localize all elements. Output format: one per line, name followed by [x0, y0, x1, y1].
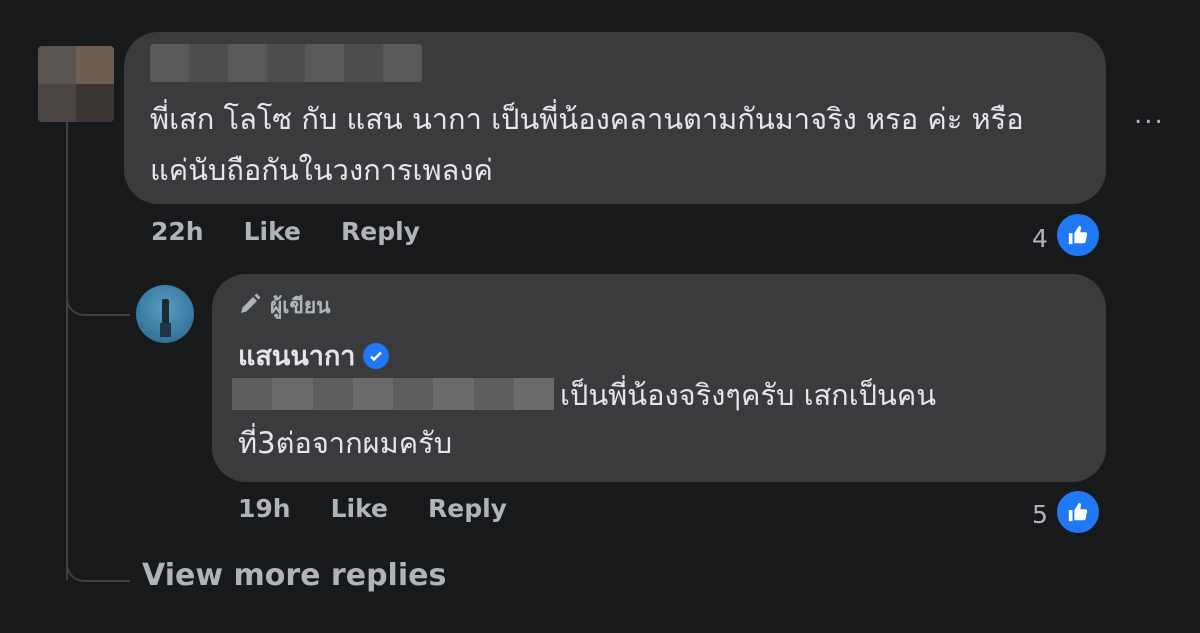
reply-text-blurred — [232, 378, 554, 410]
comment-timestamp[interactable]: 22h — [151, 217, 204, 246]
comment-text: พี่เสก โลโซ กับ แสน นากา เป็นพี่น้องคลาน… — [150, 102, 1024, 187]
like-reaction-icon[interactable] — [1054, 211, 1102, 259]
reply-button[interactable]: Reply — [341, 217, 420, 246]
reply-button[interactable]: Reply — [428, 494, 507, 523]
like-button[interactable]: Like — [331, 494, 388, 523]
reaction-count[interactable]: 5 — [1032, 500, 1048, 529]
author-badge: ผู้เขียน — [238, 290, 331, 323]
commenter-avatar-blurred[interactable] — [38, 46, 114, 122]
author-pen-icon — [238, 292, 262, 321]
comment-actions: 22h Like Reply — [151, 217, 420, 246]
reply-text-line1: เป็นพี่น้องจริงๆครับ เสกเป็นคน — [560, 378, 937, 412]
reply-author-name[interactable]: แสนนากา — [238, 334, 390, 377]
thread-line — [66, 122, 68, 580]
reply-connector — [66, 280, 130, 316]
like-button[interactable]: Like — [244, 217, 301, 246]
reply-text-line2: ที่3ต่อจากผมครับ — [238, 426, 453, 460]
author-badge-label: ผู้เขียน — [270, 294, 331, 318]
like-reaction-icon[interactable] — [1054, 488, 1102, 536]
view-more-connector — [66, 548, 130, 582]
reply-author-name-text[interactable]: แสนนากา — [238, 334, 355, 377]
more-options-icon[interactable]: ... — [1134, 100, 1165, 130]
view-more-replies-link[interactable]: View more replies — [142, 558, 446, 593]
verified-badge-icon — [363, 342, 390, 369]
commenter-name-blurred[interactable] — [150, 44, 422, 82]
reply-author-avatar[interactable] — [136, 285, 194, 343]
reaction-count[interactable]: 4 — [1032, 224, 1048, 253]
reply-actions: 19h Like Reply — [238, 494, 507, 523]
reply-timestamp[interactable]: 19h — [238, 494, 291, 523]
